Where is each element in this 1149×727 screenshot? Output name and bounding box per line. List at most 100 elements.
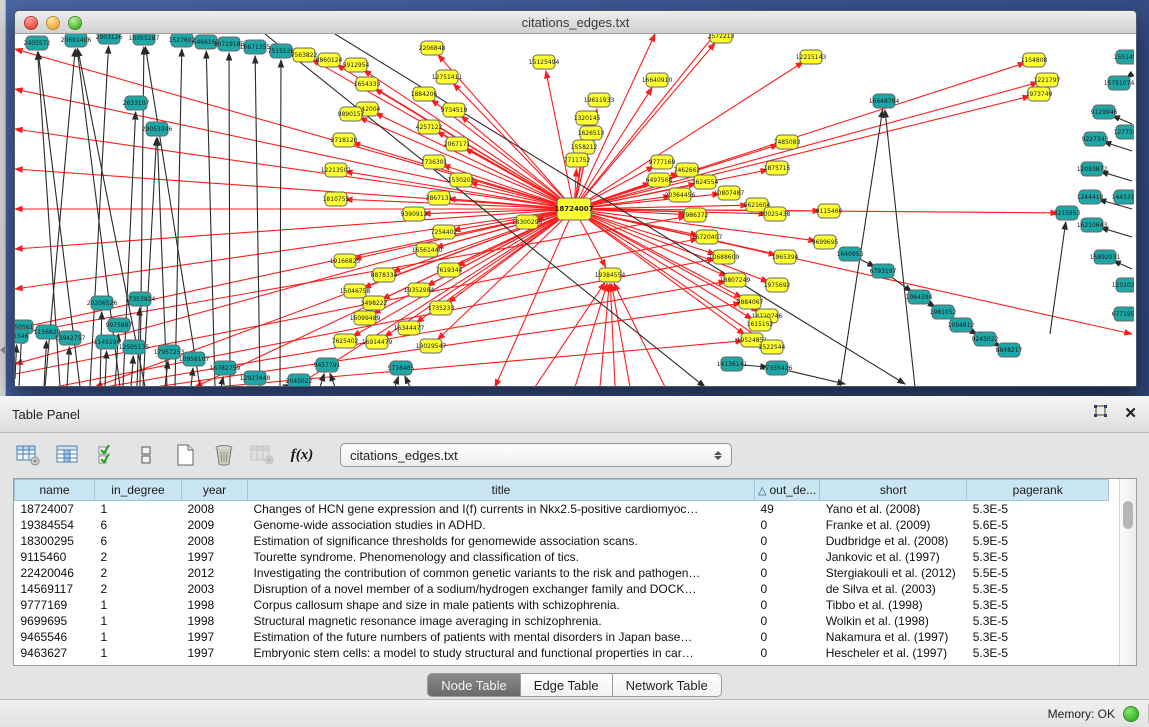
network-node[interactable]: 3624554 <box>692 175 719 189</box>
network-node[interactable]: 1064394 <box>906 290 933 304</box>
network-window-titlebar[interactable]: citations_edges.txt <box>15 11 1136 34</box>
network-node[interactable]: 7619344 <box>436 263 463 277</box>
network-node[interactable]: 9390913 <box>401 207 428 221</box>
network-node[interactable]: 2003126 <box>96 34 123 44</box>
network-node[interactable]: 2405572 <box>24 36 51 50</box>
network-node[interactable]: 1277345 <box>1114 125 1134 139</box>
table-row[interactable]: 946362711997Embryonic stem cells: a mode… <box>15 645 1109 661</box>
network-node[interactable]: 2206848 <box>419 41 446 55</box>
network-node[interactable]: 1154808 <box>1021 53 1048 67</box>
network-node[interactable]: 7485083 <box>774 135 801 149</box>
network-node[interactable]: 3498222 <box>361 296 388 310</box>
row-mode-button[interactable] <box>131 442 161 468</box>
table-row[interactable]: 1872400712008Changes of HCN gene express… <box>15 501 1109 518</box>
network-node[interactable]: 12215143 <box>796 50 827 64</box>
minimize-window-button[interactable] <box>46 16 60 30</box>
network-node[interactable]: 9457791 <box>314 358 341 372</box>
network-node[interactable]: 9734519 <box>441 103 468 117</box>
table-row[interactable]: 1456911722003Disruption of a novel membe… <box>15 581 1109 597</box>
network-node[interactable]: 2067171 <box>444 137 471 151</box>
network-node[interactable]: 16099489 <box>350 311 381 325</box>
table-mode-button[interactable] <box>14 442 44 468</box>
network-node[interactable]: 9884067 <box>737 295 764 309</box>
network-node[interactable]: 18724007 <box>555 198 594 220</box>
tab-node-table[interactable]: Node Table <box>427 673 521 697</box>
network-node[interactable]: 9129946 <box>1091 105 1118 119</box>
network-node[interactable]: 1735233 <box>428 301 455 315</box>
scrollbar-thumb[interactable] <box>1123 501 1133 529</box>
column-header-pagerank[interactable]: pagerank <box>967 480 1109 501</box>
network-node[interactable]: 1558212 <box>571 140 598 154</box>
network-node[interactable]: 1981052 <box>930 305 957 319</box>
network-node[interactable]: 13942757 <box>55 331 86 345</box>
column-header-in_degree[interactable]: in_degree <box>95 480 182 501</box>
network-node[interactable]: 10688609 <box>709 250 740 264</box>
network-node[interactable]: 20206526 <box>87 296 118 310</box>
network-node[interactable]: 1320145 <box>574 111 601 125</box>
network-node[interactable]: 4257122 <box>416 120 443 134</box>
network-node[interactable]: 1975692 <box>764 278 791 292</box>
network-node[interactable]: 7986372 <box>682 208 709 222</box>
network-node[interactable]: 1244419 <box>1077 190 1104 204</box>
network-node[interactable]: 16671355 <box>240 40 271 54</box>
create-column-button[interactable] <box>170 442 200 468</box>
network-node[interactable]: 2045022 <box>286 374 313 386</box>
table-selector-dropdown[interactable]: citations_edges.txt <box>340 443 732 467</box>
network-node[interactable]: 6793197 <box>870 264 897 278</box>
column-header-name[interactable]: name <box>15 480 95 501</box>
network-node[interactable]: 1615152 <box>747 317 774 331</box>
network-node[interactable]: 8848217 <box>996 343 1023 357</box>
network-node[interactable]: 19029547 <box>416 339 447 353</box>
network-node[interactable]: 1094612 <box>948 318 975 332</box>
network-node[interactable]: 1527602 <box>169 34 196 47</box>
network-node[interactable]: 17335426 <box>762 361 793 375</box>
network-window[interactable]: citations_edges.txt 24055722069140620031… <box>14 10 1137 387</box>
table-row[interactable]: 977716911998Corpus callosum shape and si… <box>15 597 1109 613</box>
table-row[interactable]: 1938455462009Genome-wide association stu… <box>15 517 1109 533</box>
network-node[interactable]: 16210643 <box>1077 218 1108 232</box>
column-header-year[interactable]: year <box>182 480 248 501</box>
network-node[interactable]: 2718120 <box>331 133 358 147</box>
table-row[interactable]: 1830029562008Estimation of significance … <box>15 533 1109 549</box>
function-builder-button[interactable]: f(x) <box>287 442 317 468</box>
network-node[interactable]: 10807487 <box>714 186 745 200</box>
network-node[interactable]: 6771954 <box>1112 307 1134 321</box>
delete-table-button[interactable] <box>248 442 278 468</box>
table-row[interactable]: 946554611997Estimation of the future num… <box>15 629 1109 645</box>
column-header-short[interactable]: short <box>820 480 967 501</box>
network-canvas[interactable]: 2405572206914062003126100552871527602646… <box>15 34 1134 386</box>
zoom-window-button[interactable] <box>68 16 82 30</box>
network-node[interactable]: 1965394 <box>772 250 799 264</box>
network-node[interactable]: 16344477 <box>394 321 425 335</box>
network-node[interactable]: 19611933 <box>584 93 615 107</box>
network-node[interactable]: 1884206 <box>411 87 438 101</box>
network-node[interactable]: 9699695 <box>812 235 839 249</box>
network-node[interactable]: 10055287 <box>129 34 160 45</box>
network-node[interactable]: 15125494 <box>529 55 560 69</box>
network-node[interactable]: 19384554 <box>595 268 626 282</box>
network-node[interactable]: 3572213 <box>708 34 735 43</box>
network-node[interactable]: 1810755 <box>323 192 350 206</box>
network-node[interactable]: 1145194 <box>94 335 121 349</box>
network-node[interactable]: 15751074 <box>1104 76 1134 90</box>
network-node[interactable]: 7736301 <box>421 155 448 169</box>
network-node[interactable]: 29053346 <box>142 122 173 136</box>
network-node[interactable]: 6497568 <box>646 173 673 187</box>
network-node[interactable]: 16720407 <box>692 230 723 244</box>
network-node[interactable]: 12213501 <box>321 163 352 177</box>
tab-network-table[interactable]: Network Table <box>613 673 722 697</box>
close-panel-button[interactable]: ✕ <box>1124 407 1137 421</box>
network-node[interactable]: 1551454 <box>1114 50 1134 64</box>
network-node[interactable]: 19352984 <box>404 283 435 297</box>
network-node[interactable]: 1875715 <box>764 161 791 175</box>
network-node[interactable]: 5716485 <box>388 361 415 375</box>
float-panel-button[interactable] <box>1092 405 1108 424</box>
network-node[interactable]: 1221797 <box>1034 73 1061 87</box>
network-node[interactable]: 9777169 <box>649 155 676 169</box>
network-node[interactable]: 7625402 <box>332 334 359 348</box>
table-scrollbar[interactable] <box>1119 479 1136 665</box>
network-node[interactable]: 10025438 <box>760 207 791 221</box>
network-node[interactable]: 391546 <box>15 329 29 343</box>
delete-column-button[interactable] <box>209 442 239 468</box>
tab-edge-table[interactable]: Edge Table <box>521 673 613 697</box>
